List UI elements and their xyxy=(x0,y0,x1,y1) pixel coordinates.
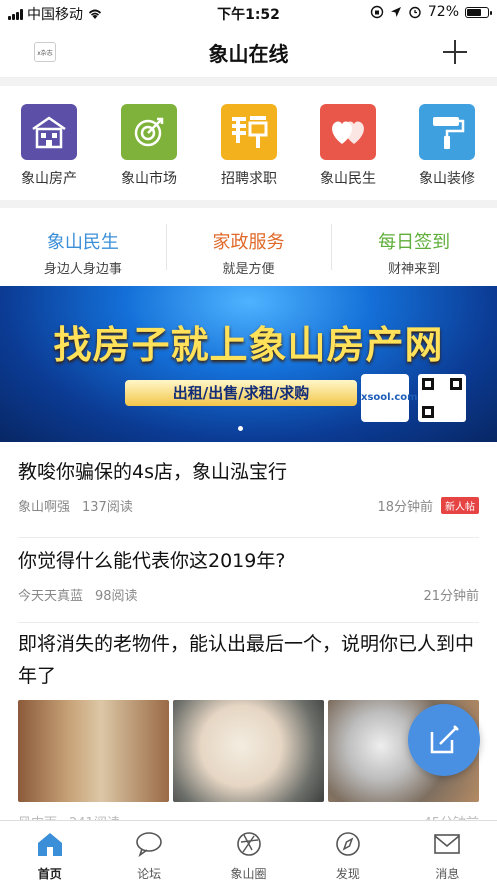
quick-link-subtitle: 身边人身边事 xyxy=(43,262,122,277)
tab-label: 论坛 xyxy=(137,867,162,881)
grid-item-label: 象山装修 xyxy=(419,171,475,187)
promo-banner[interactable]: 找房子就上象山房产网 出租/出售/求租/求购 xsool.com xyxy=(0,286,497,442)
banner-headline: 找房子就上象山房产网 xyxy=(53,323,444,367)
tab-label: 象山圈 xyxy=(230,867,267,881)
status-bar: 中国移动 下午1:52 72% xyxy=(0,0,497,26)
post-time: 18分钟前 xyxy=(377,500,433,515)
page-title: 象山在线 xyxy=(208,42,289,66)
section-divider xyxy=(0,200,497,208)
post-title: 即将消失的老物件，能认出最后一个，说明你已人到中年了 xyxy=(18,633,475,687)
location-icon xyxy=(390,7,401,17)
hire-icon xyxy=(221,104,277,160)
tab-label: 发现 xyxy=(335,867,360,881)
grid-item-market[interactable]: 象山市场 xyxy=(104,104,194,188)
compass-icon xyxy=(336,832,360,856)
grid-item-decor[interactable]: 象山装修 xyxy=(402,104,492,188)
bottom-tab-bar: 首页 论坛 象山圈 发现 消息 xyxy=(0,820,497,883)
target-icon xyxy=(121,104,177,160)
battery-icon xyxy=(465,6,492,18)
post-title: 教唆你骗保的4s店，象山泓宝行 xyxy=(18,461,287,483)
tab-discover[interactable]: 发现 xyxy=(298,821,397,883)
quick-link-checkin[interactable]: 每日签到 财神来到 xyxy=(331,208,497,286)
post-title: 你觉得什么能代表你这2019年? xyxy=(18,550,286,572)
hearts-icon xyxy=(320,104,376,160)
divider xyxy=(18,622,479,623)
grid-item-label: 招聘求职 xyxy=(221,171,277,187)
grid-item-label: 象山房产 xyxy=(21,171,77,187)
paint-roller-icon xyxy=(419,104,475,160)
grid-item-house[interactable]: 象山房产 xyxy=(4,104,94,188)
post-item[interactable]: 你觉得什么能代表你这2019年? 今天天真蓝 98阅读 21分钟前 xyxy=(18,545,479,604)
quick-link-title: 象山民生 xyxy=(46,232,119,253)
quick-link-housekeeping[interactable]: 家政服务 就是方便 xyxy=(165,208,332,286)
house-icon xyxy=(21,104,77,160)
tab-home[interactable]: 首页 xyxy=(0,821,99,883)
home-icon xyxy=(37,833,62,856)
grid-item-label: 象山民生 xyxy=(320,171,376,187)
edit-icon xyxy=(430,725,459,754)
quick-link-title: 每日签到 xyxy=(378,232,451,253)
banner-tags: 出租/出售/求租/求购 xyxy=(125,380,357,406)
post-views: 98阅读 xyxy=(95,589,138,604)
grid-item-label: 象山市场 xyxy=(121,171,177,187)
compose-button[interactable] xyxy=(408,704,480,776)
quick-link-subtitle: 财神来到 xyxy=(388,262,441,277)
grid-item-livelihood[interactable]: 象山民生 xyxy=(303,104,393,188)
chat-bubble-icon xyxy=(136,832,162,858)
post-views: 137阅读 xyxy=(82,500,133,515)
thumbnail-image[interactable] xyxy=(173,700,324,802)
battery-percent: 72% xyxy=(427,4,459,20)
quick-link-title: 家政服务 xyxy=(212,232,285,253)
qr-code-icon xyxy=(418,374,466,422)
tab-label: 消息 xyxy=(435,867,460,881)
thumbnail-image[interactable] xyxy=(18,700,169,802)
new-post-badge: 新人帖 xyxy=(441,497,479,514)
post-author: 象山啊强 xyxy=(18,500,71,515)
top-navbar: x杂志 象山在线 xyxy=(0,26,497,78)
alarm-icon xyxy=(409,6,421,19)
site-logo: xsool.com xyxy=(361,374,418,422)
post-item[interactable]: 即将消失的老物件，能认出最后一个，说明你已人到中年了 xyxy=(18,628,479,692)
post-item[interactable]: 教唆你骗保的4s店，象山泓宝行 象山啊强 137阅读 18分钟前 新人帖 xyxy=(18,456,479,515)
orientation-lock-icon xyxy=(370,5,384,19)
envelope-icon xyxy=(434,834,461,854)
tab-label: 首页 xyxy=(37,867,62,881)
tab-forum[interactable]: 论坛 xyxy=(99,821,198,883)
section-divider xyxy=(0,78,497,86)
aperture-icon xyxy=(236,832,261,856)
quick-link-subtitle: 就是方便 xyxy=(222,262,275,277)
tab-circle[interactable]: 象山圈 xyxy=(199,821,298,883)
post-author: 今天天真蓝 xyxy=(18,589,84,604)
grid-item-jobs[interactable]: 招聘求职 xyxy=(204,104,294,188)
category-grid: 象山房产 象山市场 招聘求职 象山民生 象山装修 xyxy=(0,86,497,200)
tab-messages[interactable]: 消息 xyxy=(398,821,497,883)
carousel-indicator xyxy=(238,426,243,431)
post-time: 21分钟前 xyxy=(423,589,479,604)
divider xyxy=(18,537,479,538)
quick-links: 象山民生 身边人身边事 家政服务 就是方便 每日签到 财神来到 xyxy=(0,208,497,286)
quick-link-livelihood[interactable]: 象山民生 身边人身边事 xyxy=(0,208,166,286)
plus-icon[interactable] xyxy=(443,40,467,64)
